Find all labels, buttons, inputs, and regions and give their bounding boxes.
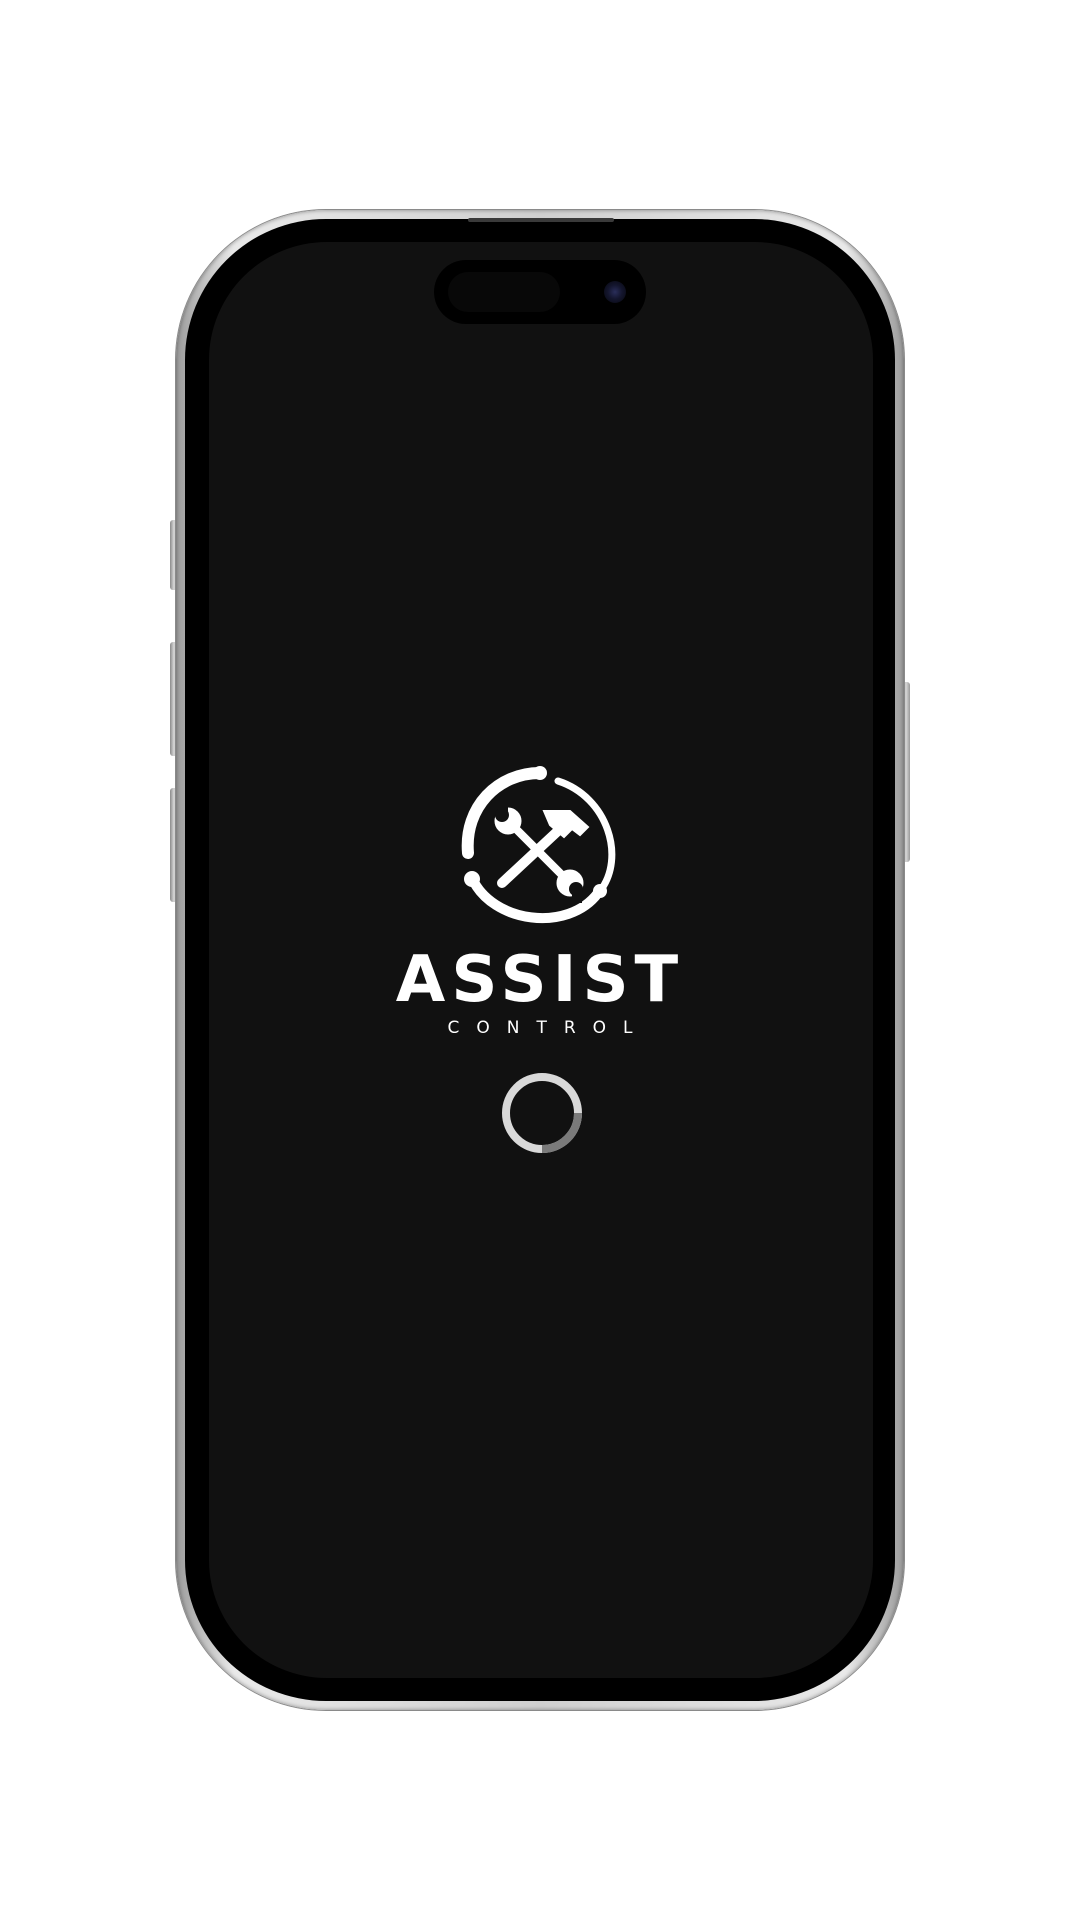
face-id-sensor bbox=[448, 272, 560, 312]
brand-subtitle: CONTROL bbox=[447, 1018, 650, 1038]
brand-title: ASSIST bbox=[395, 943, 685, 1017]
device-mockup: ASSIST CONTROL bbox=[0, 0, 1080, 1920]
speaker-grille bbox=[468, 218, 614, 222]
spinner-arc bbox=[541, 1112, 582, 1153]
loading-spinner bbox=[502, 1073, 582, 1153]
tools-hammer-wrench-icon bbox=[461, 766, 616, 924]
dynamic-island bbox=[434, 260, 646, 324]
front-camera-icon bbox=[604, 281, 626, 303]
